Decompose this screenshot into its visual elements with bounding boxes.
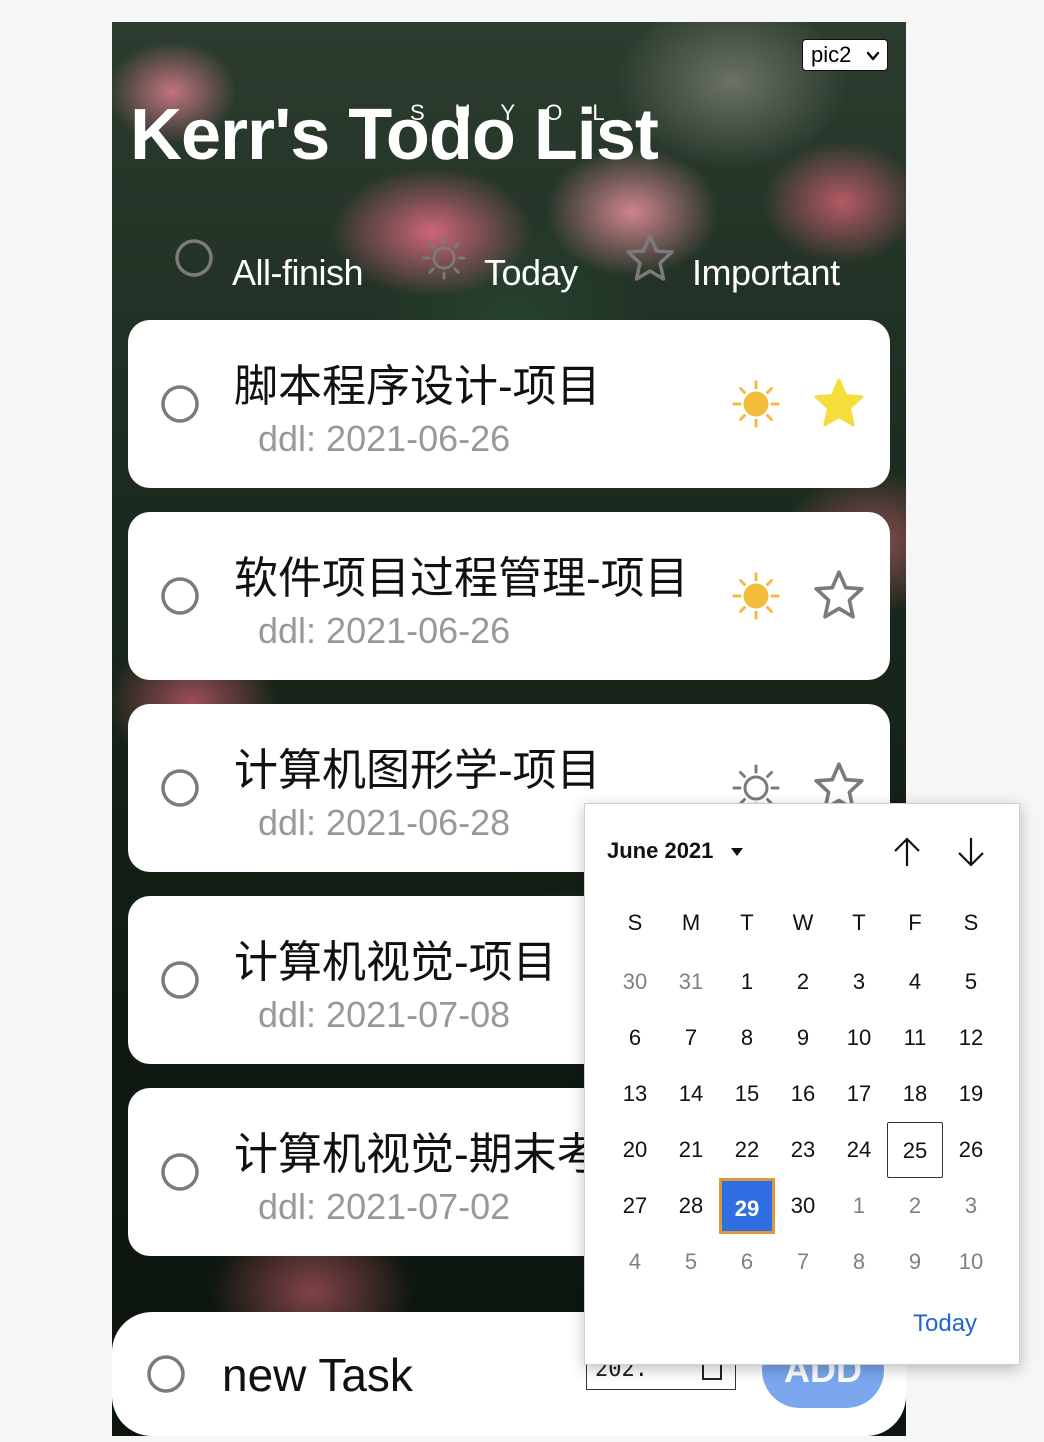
sun-icon[interactable] (730, 570, 782, 622)
task-name: 计算机视觉-期末考 (234, 1130, 601, 1179)
calendar-day[interactable]: 28 (663, 1178, 719, 1234)
calendar-day[interactable]: 30 (775, 1178, 831, 1234)
calendar-day[interactable]: 7 (663, 1010, 719, 1066)
calendar-day[interactable]: 8 (831, 1234, 887, 1290)
calendar-day[interactable]: 17 (831, 1066, 887, 1122)
calendar-day[interactable]: 8 (719, 1010, 775, 1066)
calendar-day[interactable]: 13 (607, 1066, 663, 1122)
page-title: Kerr's Todo List (130, 95, 659, 175)
star-icon[interactable] (812, 568, 866, 622)
calendar-day[interactable]: 1 (719, 954, 775, 1010)
calendar-day[interactable]: 25 (887, 1122, 943, 1178)
calendar-day[interactable]: 6 (607, 1010, 663, 1066)
calendar-day[interactable]: 1 (831, 1178, 887, 1234)
filter-today[interactable]: Today (484, 252, 578, 294)
calendar-day[interactable]: 26 (943, 1122, 999, 1178)
calendar-day[interactable]: 21 (663, 1122, 719, 1178)
calendar-day[interactable]: 6 (719, 1234, 775, 1290)
calendar-day[interactable]: 3 (831, 954, 887, 1010)
calendar-day[interactable]: 5 (943, 954, 999, 1010)
circle-icon[interactable] (160, 1152, 200, 1192)
calendar-day[interactable]: 24 (831, 1122, 887, 1178)
filter-all-finish[interactable]: All-finish (232, 252, 364, 294)
today-button[interactable]: Today (913, 1310, 977, 1338)
filter-important[interactable]: Important (692, 252, 840, 294)
calendar-day[interactable]: 15 (719, 1066, 775, 1122)
star-icon[interactable] (624, 232, 676, 284)
calendar-day[interactable]: 31 (663, 954, 719, 1010)
circle-icon (147, 1355, 185, 1393)
circle-icon[interactable] (174, 238, 214, 278)
calendar-day[interactable]: 27 (607, 1178, 663, 1234)
calendar-day[interactable]: 14 (663, 1066, 719, 1122)
task-deadline: ddl: 2021-07-08 (258, 994, 511, 1035)
task-name: 软件项目过程管理-项目 (234, 554, 689, 603)
task-item: 脚本程序设计-项目 ddl: 2021-06-26 (128, 320, 890, 488)
weekday-header: T (852, 910, 866, 935)
arrow-down-icon[interactable] (953, 834, 989, 870)
chevron-down-icon (866, 51, 880, 61)
weekday-header: F (908, 910, 922, 935)
calendar-day[interactable]: 9 (775, 1010, 831, 1066)
task-deadline: ddl: 2021-06-26 (258, 610, 511, 651)
arrow-up-icon[interactable] (889, 834, 925, 870)
calendar-day[interactable]: 4 (607, 1234, 663, 1290)
calendar-day[interactable]: 9 (887, 1234, 943, 1290)
weekday-header: M (681, 910, 701, 935)
calendar-day[interactable]: 10 (831, 1010, 887, 1066)
background-select-value: pic2 (811, 42, 852, 67)
weekday-header: S (963, 910, 979, 935)
calendar-day[interactable]: 16 (775, 1066, 831, 1122)
calendar-day[interactable]: 11 (887, 1010, 943, 1066)
calendar-day[interactable]: 7 (775, 1234, 831, 1290)
weekday-header: W (792, 910, 814, 935)
circle-icon[interactable] (160, 768, 200, 808)
background-select[interactable]: pic2 (802, 39, 888, 71)
calendar-day[interactable]: 20 (607, 1122, 663, 1178)
calendar-day[interactable]: 23 (775, 1122, 831, 1178)
new-task-input[interactable]: new Task (222, 1348, 413, 1402)
star-icon[interactable] (812, 376, 866, 430)
caret-down-icon[interactable] (731, 848, 743, 856)
calendar-day[interactable]: 22 (719, 1122, 775, 1178)
date-picker: June 2021 S M T W T F S 30 31 1 2 3 4 5 6 7 8 9 10 1… (584, 803, 1020, 1365)
calendar-day[interactable]: 18 (887, 1066, 943, 1122)
calendar-day[interactable]: 5 (663, 1234, 719, 1290)
task-name: 脚本程序设计-项目 (234, 362, 601, 411)
weekday-header: S (627, 910, 643, 935)
sun-icon[interactable] (420, 234, 468, 282)
calendar-day[interactable]: 3 (943, 1178, 999, 1234)
task-name: 计算机图形学-项目 (234, 746, 601, 795)
calendar-day[interactable]: 2 (887, 1178, 943, 1234)
calendar-day[interactable]: 10 (943, 1234, 999, 1290)
month-year-selector[interactable]: June 2021 (607, 838, 713, 864)
calendar-day[interactable]: 4 (887, 954, 943, 1010)
task-deadline: ddl: 2021-06-26 (258, 418, 511, 459)
calendar-day[interactable]: 29 (719, 1178, 775, 1234)
weekday-header: T (740, 910, 754, 935)
filter-bar: All-finish Today Important (112, 222, 906, 312)
circle-icon[interactable] (160, 384, 200, 424)
task-deadline: ddl: 2021-07-02 (258, 1186, 511, 1227)
task-deadline: ddl: 2021-06-28 (258, 802, 511, 843)
calendar-day[interactable]: 19 (943, 1066, 999, 1122)
circle-icon[interactable] (160, 960, 200, 1000)
calendar-day[interactable]: 12 (943, 1010, 999, 1066)
sun-icon[interactable] (730, 378, 782, 430)
task-item: 软件项目过程管理-项目 ddl: 2021-06-26 (128, 512, 890, 680)
circle-icon[interactable] (160, 576, 200, 616)
calendar-day[interactable]: 30 (607, 954, 663, 1010)
calendar-day[interactable]: 2 (775, 954, 831, 1010)
task-name: 计算机视觉-项目 (234, 938, 557, 987)
